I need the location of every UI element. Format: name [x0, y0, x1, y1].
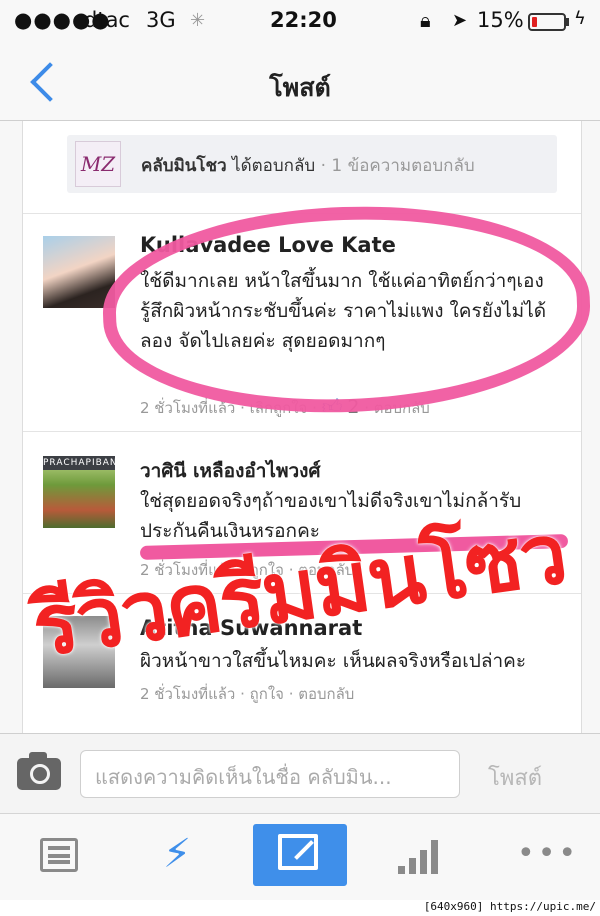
navigation-bar: โพสต์: [0, 44, 600, 121]
comment-composer: แสดงความคิดเห็นในชื่อ คลับมิน... โพสต์: [0, 733, 600, 814]
commenter-name[interactable]: วาศินี เหลืองอำไพวงศ์: [140, 456, 321, 486]
reply-summary-text: คลับมินโชว ได้ตอบกลับ · 1 ข้อความตอบกลับ: [141, 152, 475, 179]
page-name[interactable]: คลับมินโชว: [141, 156, 227, 176]
compose-icon[interactable]: [278, 834, 318, 870]
battery-percent: 15%: [477, 8, 524, 32]
page-title: โพสต์: [269, 73, 331, 102]
carrier-name: dtac: [84, 8, 130, 32]
stats-icon[interactable]: [398, 840, 442, 874]
camera-icon[interactable]: [17, 752, 61, 790]
activity-spinner-icon: ✳: [190, 10, 206, 31]
clock: 22:20: [270, 8, 337, 32]
post-button[interactable]: โพสต์: [488, 760, 542, 795]
battery-icon: [528, 13, 566, 31]
comment-input[interactable]: แสดงความคิดเห็นในชื่อ คลับมิน...: [80, 750, 460, 798]
lightning-icon[interactable]: ⚡︎: [163, 834, 191, 874]
reply-count: · 1 ข้อความตอบกลับ: [320, 156, 475, 176]
avatar[interactable]: PRACHAPIBAN: [43, 456, 118, 528]
battery-tip: [566, 18, 569, 26]
orientation-lock-icon: 🔒︎: [420, 8, 431, 32]
phone-screen: ●●●●● dtac 3G ✳ 22:20 🔒︎ ➤ 15% ϟ โพสต์ M…: [0, 0, 600, 900]
charging-bolt-icon: ϟ: [574, 8, 586, 29]
more-icon[interactable]: •••: [517, 839, 579, 869]
news-feed-icon[interactable]: [40, 838, 78, 872]
comment-meta[interactable]: 2 ชั่วโมงที่แล้ว · ถูกใจ · ตอบกลับ: [140, 682, 354, 706]
status-bar: ●●●●● dtac 3G ✳ 22:20 🔒︎ ➤ 15% ϟ: [0, 0, 600, 44]
watermark-text: [640x960] https://upic.me/: [423, 900, 596, 913]
avatar-tag: PRACHAPIBAN: [43, 456, 118, 470]
image-watermark: [640x960] https://upic.me/: [0, 900, 600, 916]
network-type: 3G: [146, 8, 176, 32]
tab-bar: ⚡︎ •••: [0, 813, 600, 900]
page-logo: MZ: [75, 141, 121, 187]
reply-action: ได้ตอบกลับ: [232, 156, 316, 176]
avatar[interactable]: [43, 236, 115, 308]
location-arrow-icon: ➤: [452, 10, 468, 31]
reply-summary[interactable]: MZ คลับมินโชว ได้ตอบกลับ · 1 ข้อความตอบก…: [67, 135, 557, 193]
